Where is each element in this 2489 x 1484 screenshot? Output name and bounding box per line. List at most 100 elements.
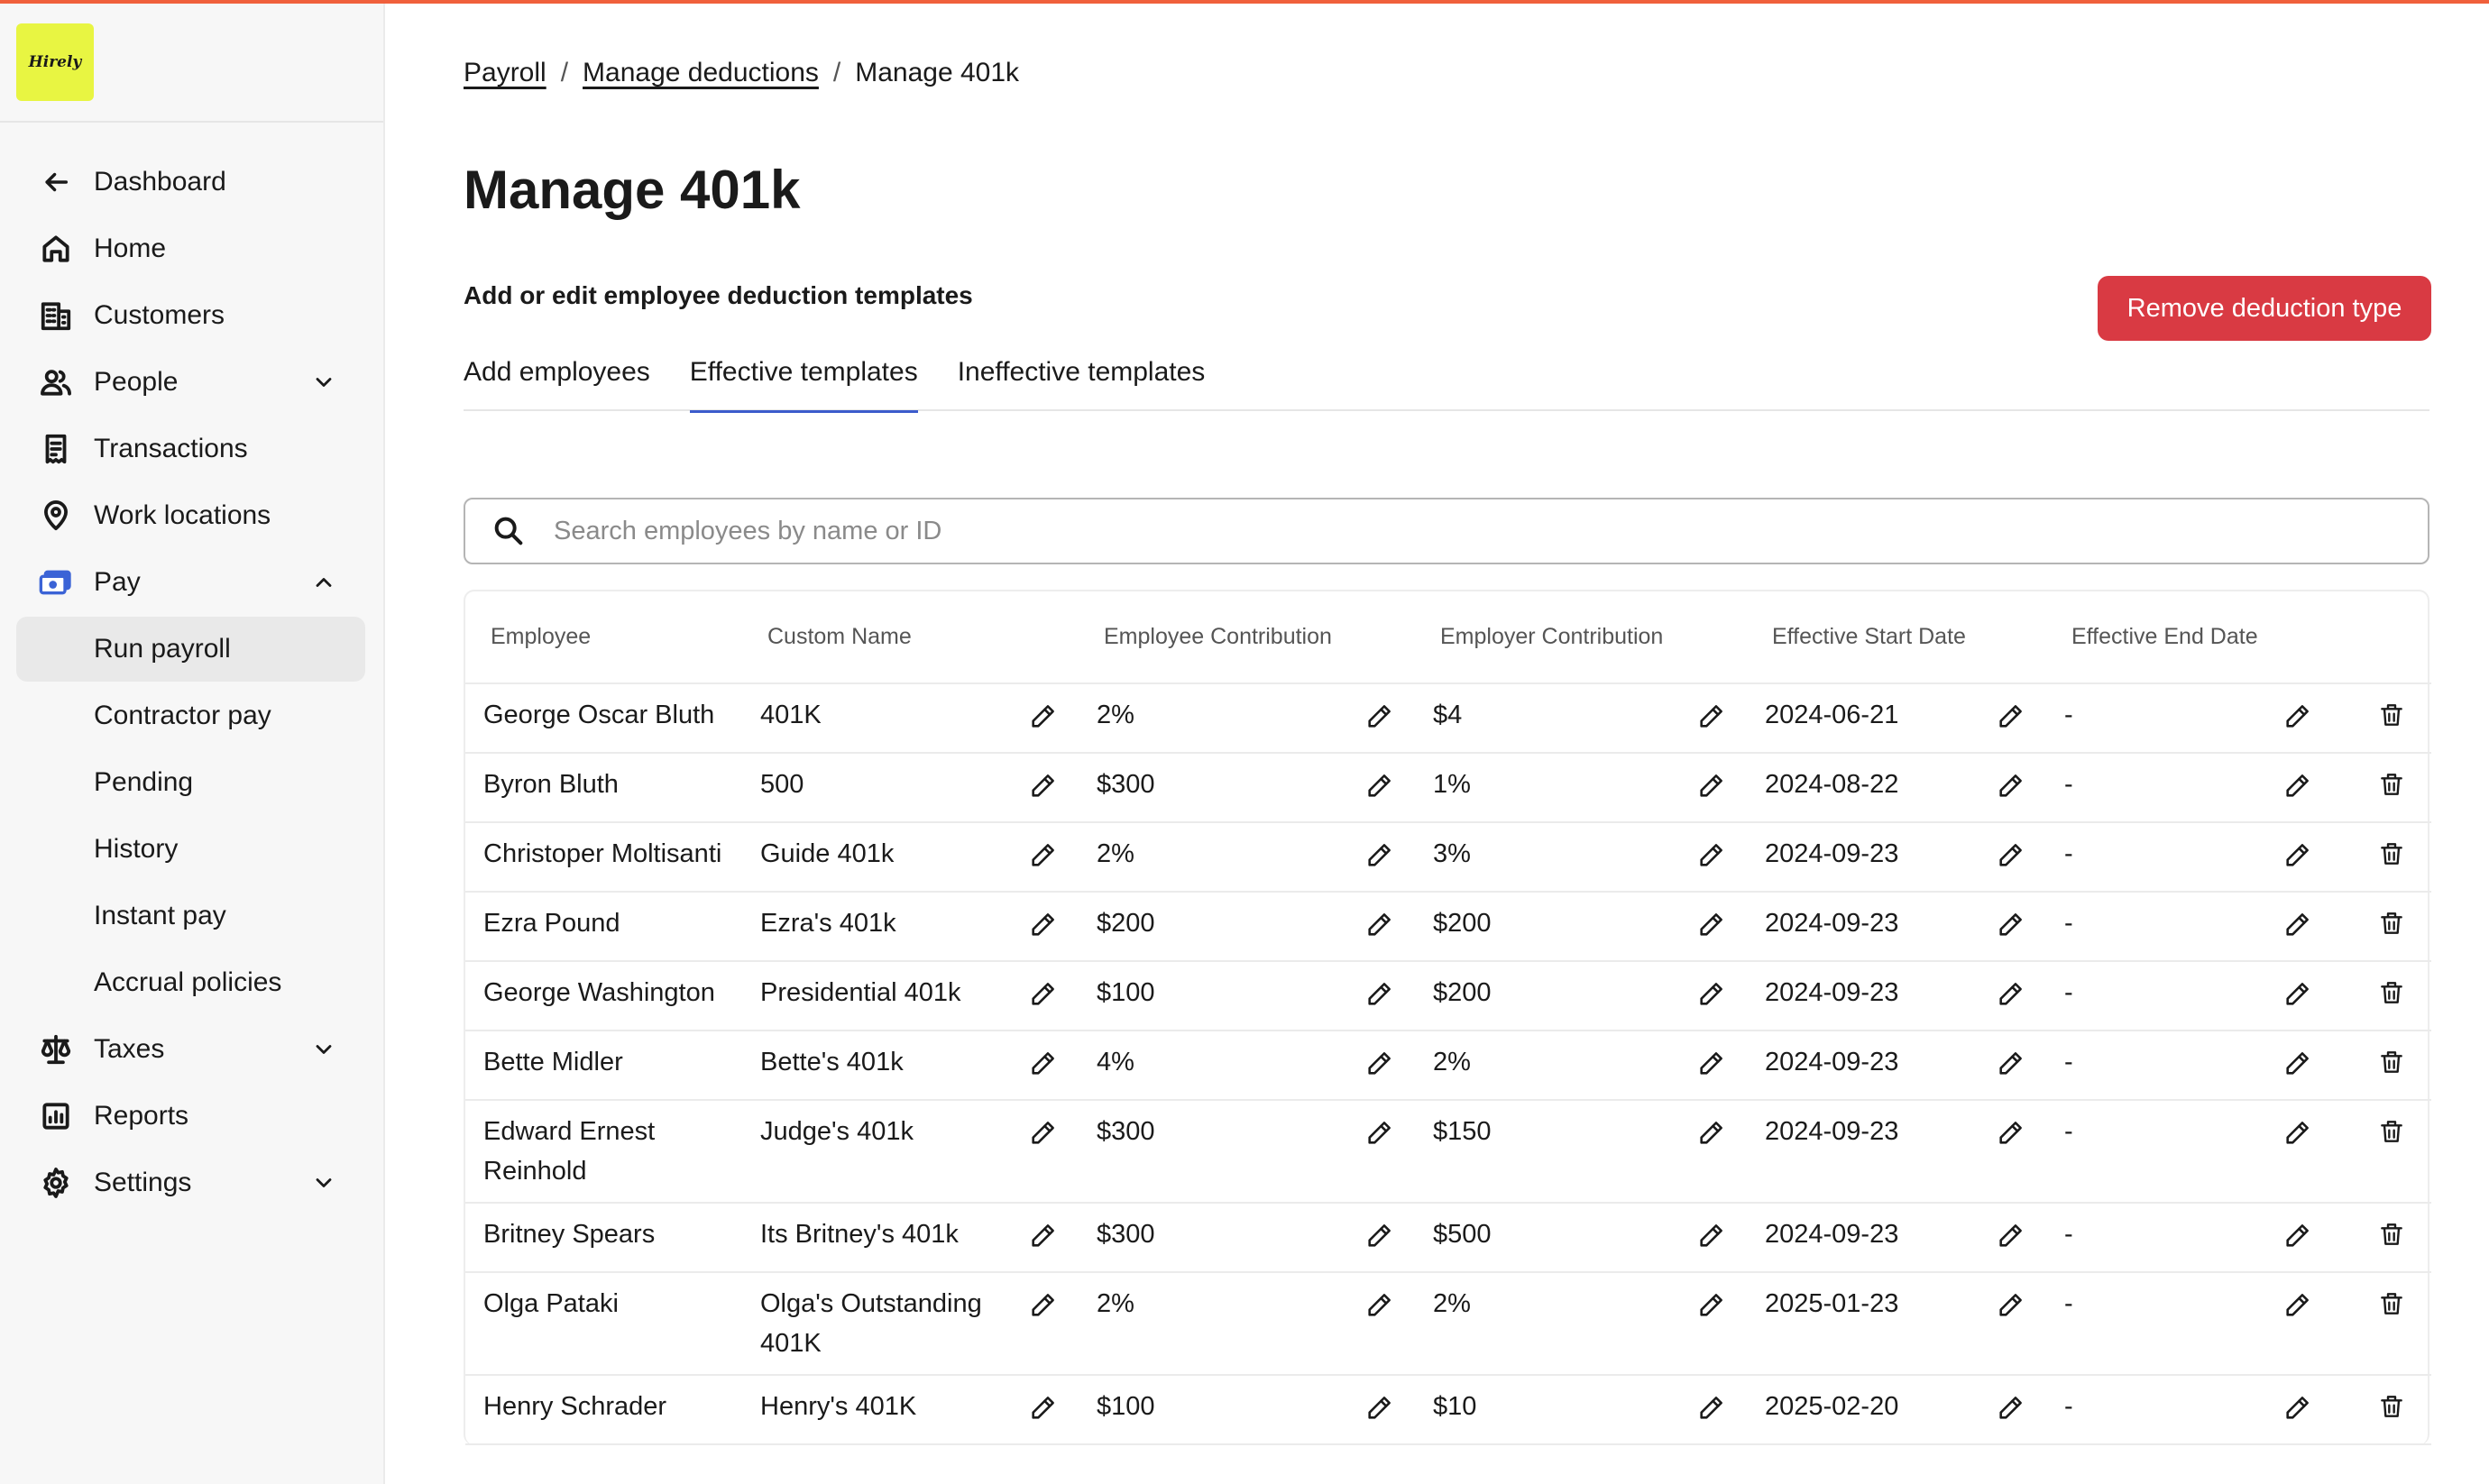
pencil-icon[interactable] [1696, 1289, 1727, 1320]
pencil-icon[interactable] [2282, 770, 2313, 801]
chevron-down-icon[interactable] [311, 1037, 336, 1062]
pencil-icon[interactable] [2282, 1220, 2313, 1250]
sidebar-item-label: Dashboard [94, 167, 226, 197]
trash-icon[interactable] [2377, 839, 2406, 868]
column-header-actions [2333, 591, 2431, 684]
pencil-icon[interactable] [1696, 1048, 1727, 1078]
pencil-icon[interactable] [1028, 978, 1059, 1009]
pencil-icon[interactable] [1696, 839, 1727, 870]
pencil-icon[interactable] [1996, 770, 2026, 801]
trash-icon[interactable] [2377, 1220, 2406, 1249]
breadcrumb-payroll-link[interactable]: Payroll [464, 58, 546, 88]
pencil-icon[interactable] [2282, 978, 2313, 1009]
sidebar-subitem-contractor-pay[interactable]: Contractor pay [16, 683, 365, 748]
pencil-icon[interactable] [1996, 909, 2026, 939]
column-header-effective-end-date[interactable]: Effective End Date [2046, 591, 2333, 684]
remove-deduction-type-button[interactable]: Remove deduction type [2098, 276, 2431, 341]
effective-start-date-value: 2024-09-23 [1765, 1220, 1899, 1249]
column-header-custom-name[interactable]: Custom Name [742, 591, 1079, 684]
sidebar-subitem-run-payroll[interactable]: Run payroll [16, 617, 365, 682]
pencil-icon[interactable] [1028, 1289, 1059, 1320]
sidebar-item-reports[interactable]: Reports [16, 1084, 365, 1149]
pencil-icon[interactable] [1996, 978, 2026, 1009]
chevron-up-icon[interactable] [311, 570, 336, 595]
pencil-icon[interactable] [1028, 1117, 1059, 1148]
trash-icon[interactable] [2377, 1048, 2406, 1076]
pencil-icon[interactable] [1028, 1392, 1059, 1423]
column-header-employee[interactable]: Employee [465, 591, 742, 684]
pencil-icon[interactable] [2282, 1392, 2313, 1423]
pencil-icon[interactable] [1996, 1289, 2026, 1320]
effective-start-date-value: 2024-09-23 [1765, 909, 1899, 938]
pencil-icon[interactable] [1364, 1117, 1395, 1148]
table-row: Olga Pataki Olga's Outstanding 401K 2% 2% 20… [465, 1272, 2431, 1376]
search-input[interactable] [554, 516, 2357, 546]
trash-icon[interactable] [2377, 1392, 2406, 1421]
pencil-icon[interactable] [1364, 1289, 1395, 1320]
pencil-icon[interactable] [1028, 1048, 1059, 1078]
pencil-icon[interactable] [1996, 1392, 2026, 1423]
pencil-icon[interactable] [1364, 701, 1395, 731]
pencil-icon[interactable] [1696, 770, 1727, 801]
tab-ineffective-templates[interactable]: Ineffective templates [958, 357, 1206, 411]
pencil-icon[interactable] [1696, 978, 1727, 1009]
column-header-employer-contribution[interactable]: Employer Contribution [1415, 591, 1747, 684]
pencil-icon[interactable] [2282, 1117, 2313, 1148]
pencil-icon[interactable] [1996, 1048, 2026, 1078]
trash-icon[interactable] [2377, 978, 2406, 1007]
pencil-icon[interactable] [1364, 1392, 1395, 1423]
chevron-down-icon[interactable] [311, 1170, 336, 1195]
pencil-icon[interactable] [1364, 978, 1395, 1009]
pencil-icon[interactable] [2282, 1048, 2313, 1078]
sidebar-subitem-instant-pay[interactable]: Instant pay [16, 884, 365, 948]
pencil-icon[interactable] [1364, 1048, 1395, 1078]
sidebar-item-transactions[interactable]: Transactions [16, 417, 365, 481]
pencil-icon[interactable] [1364, 909, 1395, 939]
trash-icon[interactable] [2377, 1117, 2406, 1146]
pencil-icon[interactable] [1996, 1117, 2026, 1148]
column-header-employee-contribution[interactable]: Employee Contribution [1079, 591, 1415, 684]
pencil-icon[interactable] [1696, 701, 1727, 731]
sidebar-item-home[interactable]: Home [16, 216, 365, 281]
pencil-icon[interactable] [2282, 701, 2313, 731]
pencil-icon[interactable] [2282, 839, 2313, 870]
pencil-icon[interactable] [1028, 701, 1059, 731]
sidebar-subitem-history[interactable]: History [16, 817, 365, 882]
pencil-icon[interactable] [1696, 909, 1727, 939]
sidebar-item-dashboard[interactable]: Dashboard [16, 150, 365, 215]
column-header-effective-start-date[interactable]: Effective Start Date [1747, 591, 2046, 684]
pencil-icon[interactable] [1028, 909, 1059, 939]
pencil-icon[interactable] [1028, 770, 1059, 801]
cell-custom-name: Henry's 401K [742, 1375, 1079, 1445]
sidebar-item-taxes[interactable]: Taxes [16, 1017, 365, 1082]
pencil-icon[interactable] [1696, 1117, 1727, 1148]
sidebar-subitem-accrual-policies[interactable]: Accrual policies [16, 950, 365, 1015]
pencil-icon[interactable] [1028, 839, 1059, 870]
pencil-icon[interactable] [1996, 1220, 2026, 1250]
pencil-icon[interactable] [1364, 839, 1395, 870]
pencil-icon[interactable] [2282, 1289, 2313, 1320]
chevron-down-icon[interactable] [311, 370, 336, 395]
pencil-icon[interactable] [1364, 770, 1395, 801]
sidebar-item-work-locations[interactable]: Work locations [16, 483, 365, 548]
pencil-icon[interactable] [1996, 839, 2026, 870]
trash-icon[interactable] [2377, 770, 2406, 799]
pencil-icon[interactable] [2282, 909, 2313, 939]
pencil-icon[interactable] [1364, 1220, 1395, 1250]
sidebar-item-people[interactable]: People [16, 350, 365, 415]
trash-icon[interactable] [2377, 701, 2406, 729]
hirely-logo[interactable]: Hirely [16, 23, 94, 101]
pencil-icon[interactable] [1696, 1220, 1727, 1250]
pencil-icon[interactable] [1028, 1220, 1059, 1250]
trash-icon[interactable] [2377, 909, 2406, 938]
sidebar-subitem-pending[interactable]: Pending [16, 750, 365, 815]
pencil-icon[interactable] [1996, 701, 2026, 731]
sidebar-item-customers[interactable]: Customers [16, 283, 365, 348]
tab-add-employees[interactable]: Add employees [464, 357, 650, 411]
sidebar-item-settings[interactable]: Settings [16, 1150, 365, 1215]
pencil-icon[interactable] [1696, 1392, 1727, 1423]
sidebar-item-pay[interactable]: Pay [16, 550, 365, 615]
trash-icon[interactable] [2377, 1289, 2406, 1318]
tab-effective-templates[interactable]: Effective templates [689, 357, 918, 413]
breadcrumb-manage-deductions-link[interactable]: Manage deductions [583, 58, 819, 88]
